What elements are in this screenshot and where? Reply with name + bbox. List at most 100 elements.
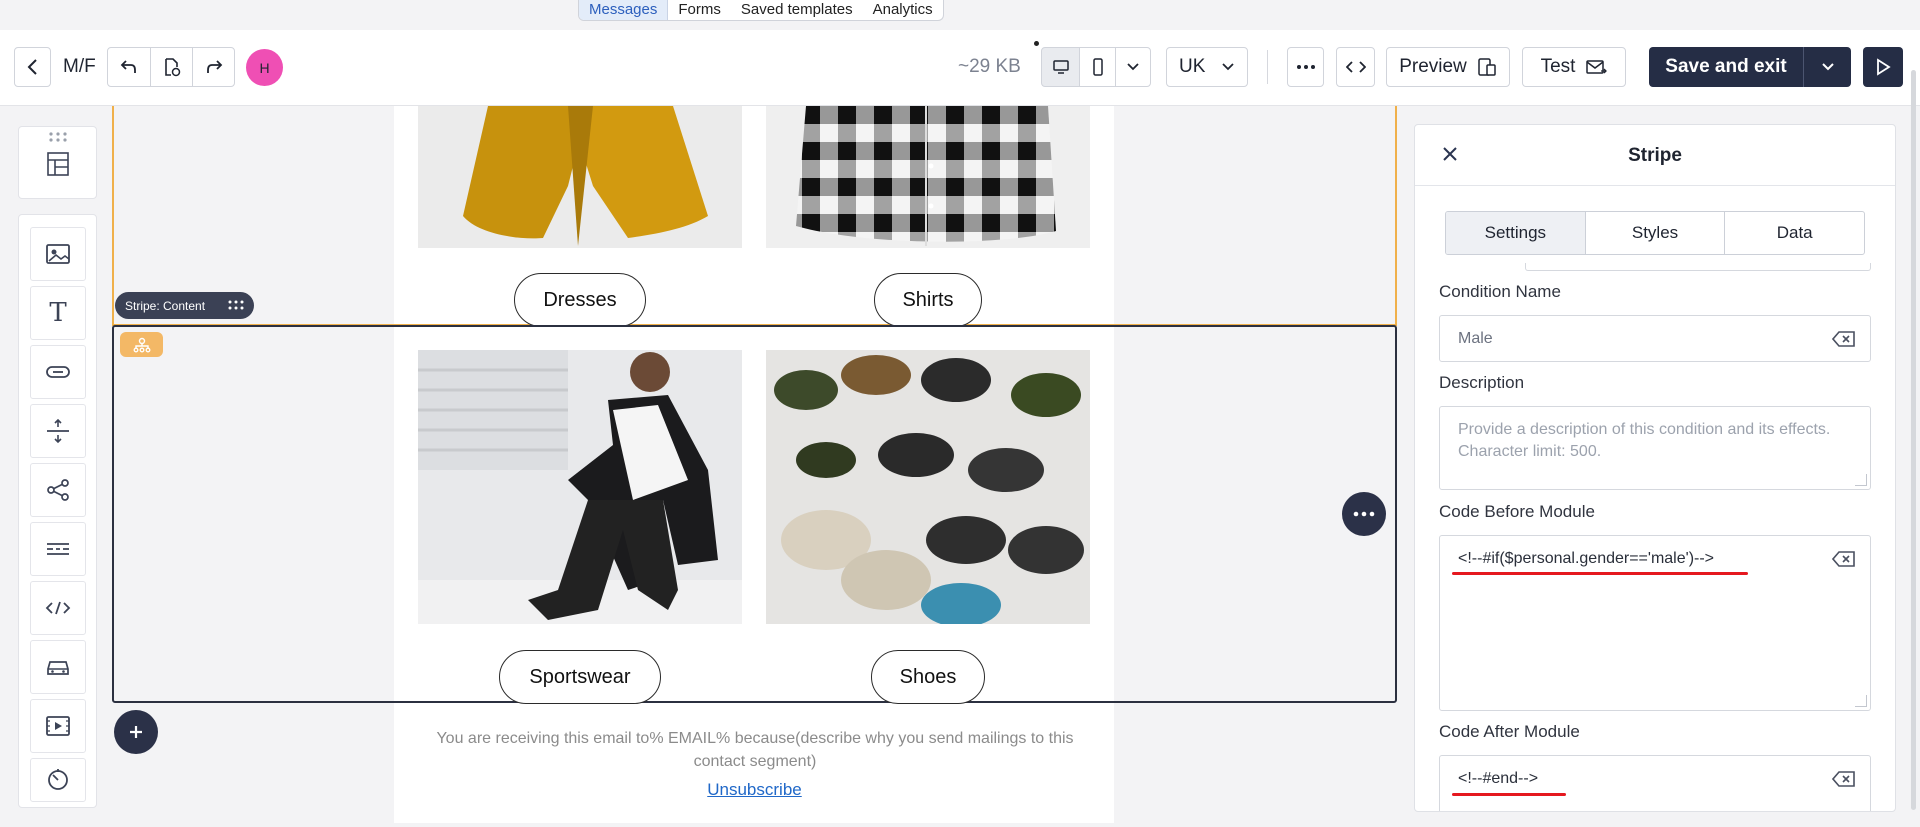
annotation-underline xyxy=(1452,572,1748,575)
selected-stripe[interactable] xyxy=(112,325,1397,703)
tab-messages[interactable]: Messages xyxy=(579,0,669,20)
resize-handle[interactable] xyxy=(1855,695,1867,707)
hierarchy-icon xyxy=(133,337,150,352)
dress-illustration xyxy=(463,106,708,246)
shoes-image[interactable] xyxy=(766,350,1090,624)
condition-badge[interactable] xyxy=(120,332,163,357)
tab-forms[interactable]: Forms xyxy=(668,0,731,20)
tab-saved-templates[interactable]: Saved templates xyxy=(731,0,863,20)
language-select[interactable]: UK xyxy=(1166,47,1248,87)
chevron-down-icon xyxy=(1821,63,1834,71)
divider-block[interactable] xyxy=(30,522,86,576)
tab-styles[interactable]: Styles xyxy=(1586,212,1726,254)
redo-button[interactable] xyxy=(192,47,235,87)
description-placeholder: Provide a description of this condition … xyxy=(1458,421,1831,460)
stripe-tag-label: Stripe: Content xyxy=(125,298,206,313)
clear-icon[interactable] xyxy=(1832,550,1856,568)
dresses-image[interactable] xyxy=(418,106,742,248)
unsubscribe-link-text[interactable]: Unsubscribe xyxy=(707,780,802,799)
button-icon xyxy=(46,366,70,378)
spacer-icon xyxy=(47,418,69,444)
save-options-button[interactable] xyxy=(1803,47,1851,87)
preview-label: Preview xyxy=(1399,56,1467,77)
spacer-block[interactable] xyxy=(30,404,86,458)
more-options-button[interactable] xyxy=(1287,47,1324,87)
code-before-label: Code Before Module xyxy=(1439,502,1595,521)
page-scrollbar[interactable] xyxy=(1911,70,1916,810)
html-block[interactable] xyxy=(30,581,86,635)
car-icon xyxy=(47,661,69,675)
tab-data[interactable]: Data xyxy=(1725,212,1864,254)
layout-icon[interactable] xyxy=(46,151,70,177)
plus-icon xyxy=(130,726,142,738)
stripe-settings-panel: Stripe Settings Styles Data Condition Na… xyxy=(1414,124,1896,812)
history-button[interactable] xyxy=(150,47,193,87)
more-horizontal-icon xyxy=(1353,511,1375,517)
back-button[interactable] xyxy=(14,47,51,87)
code-view-button[interactable] xyxy=(1336,47,1375,87)
code-icon xyxy=(45,601,71,615)
text-block[interactable]: T xyxy=(30,286,86,340)
view-options-button[interactable] xyxy=(1115,47,1151,87)
description-label: Description xyxy=(1439,373,1525,392)
shirts-image[interactable] xyxy=(766,106,1090,248)
category-button-dresses[interactable]: Dresses xyxy=(514,273,646,327)
test-button[interactable]: Test xyxy=(1522,47,1626,87)
condition-name-field[interactable]: Male xyxy=(1439,315,1871,362)
mobile-view-button[interactable] xyxy=(1079,47,1116,87)
drag-handle-icon[interactable] xyxy=(228,299,244,311)
stripe-tag[interactable]: Stripe: Content xyxy=(115,292,254,319)
drag-handle-icon[interactable] xyxy=(48,131,68,143)
description-field[interactable]: Provide a description of this condition … xyxy=(1439,406,1871,490)
condition-name-value: Male xyxy=(1458,330,1493,347)
redo-icon xyxy=(206,60,222,73)
code-after-value: <!--#end--> xyxy=(1458,770,1539,787)
category-button-shirts[interactable]: Shirts xyxy=(874,273,982,327)
button-block[interactable] xyxy=(30,345,86,399)
more-horizontal-icon xyxy=(1296,65,1315,69)
undo-button[interactable] xyxy=(107,47,151,87)
undo-icon xyxy=(120,60,136,73)
save-and-exit-button[interactable]: Save and exit xyxy=(1649,47,1851,87)
preview-button[interactable]: Preview xyxy=(1386,47,1510,87)
social-block[interactable] xyxy=(30,463,86,517)
add-stripe-button[interactable] xyxy=(114,710,158,754)
top-nav-tabs: Messages Forms Saved templates Analytics xyxy=(578,0,944,21)
resize-handle[interactable] xyxy=(1855,474,1867,486)
tab-settings[interactable]: Settings xyxy=(1446,212,1586,254)
tab-analytics[interactable]: Analytics xyxy=(863,0,943,20)
video-icon xyxy=(46,716,70,736)
image-block[interactable] xyxy=(30,227,86,281)
play-icon xyxy=(1877,58,1891,76)
stripe-more-button[interactable] xyxy=(1342,492,1386,536)
desktop-view-button[interactable] xyxy=(1041,47,1080,87)
chevron-down-icon xyxy=(1222,63,1234,71)
clear-icon[interactable] xyxy=(1832,770,1856,788)
panel-tabs: Settings Styles Data xyxy=(1445,211,1865,255)
sportswear-image[interactable] xyxy=(418,350,742,624)
code-after-field[interactable]: <!--#end--> xyxy=(1439,755,1871,811)
devices-icon xyxy=(1478,58,1496,76)
structure-palette xyxy=(18,126,97,199)
menu-block[interactable] xyxy=(30,640,86,694)
divider xyxy=(1267,50,1268,84)
video-block[interactable] xyxy=(30,699,86,753)
previous-stripe-outline xyxy=(112,106,1397,326)
text-icon: T xyxy=(49,298,67,328)
save-label: Save and exit xyxy=(1665,56,1787,77)
footer-text: You are receiving this email to% EMAIL% … xyxy=(436,730,1074,770)
image-icon xyxy=(46,244,70,264)
clear-icon[interactable] xyxy=(1832,330,1856,348)
category-button-shoes[interactable]: Shoes xyxy=(871,650,985,704)
category-button-sportswear[interactable]: Sportswear xyxy=(499,650,661,704)
desktop-icon xyxy=(1052,60,1069,74)
avatar[interactable]: H xyxy=(246,49,283,86)
code-before-field[interactable]: <!--#if($personal.gender=='male')--> xyxy=(1439,535,1871,711)
annotation-underline xyxy=(1452,793,1566,796)
run-button[interactable] xyxy=(1863,47,1903,87)
sportswear-illustration xyxy=(418,350,742,624)
chevron-down-icon xyxy=(1127,63,1139,71)
previous-field-edge xyxy=(1525,263,1871,271)
plaid-shirt-illustration xyxy=(796,106,1056,246)
blocks-palette: T xyxy=(18,214,97,808)
